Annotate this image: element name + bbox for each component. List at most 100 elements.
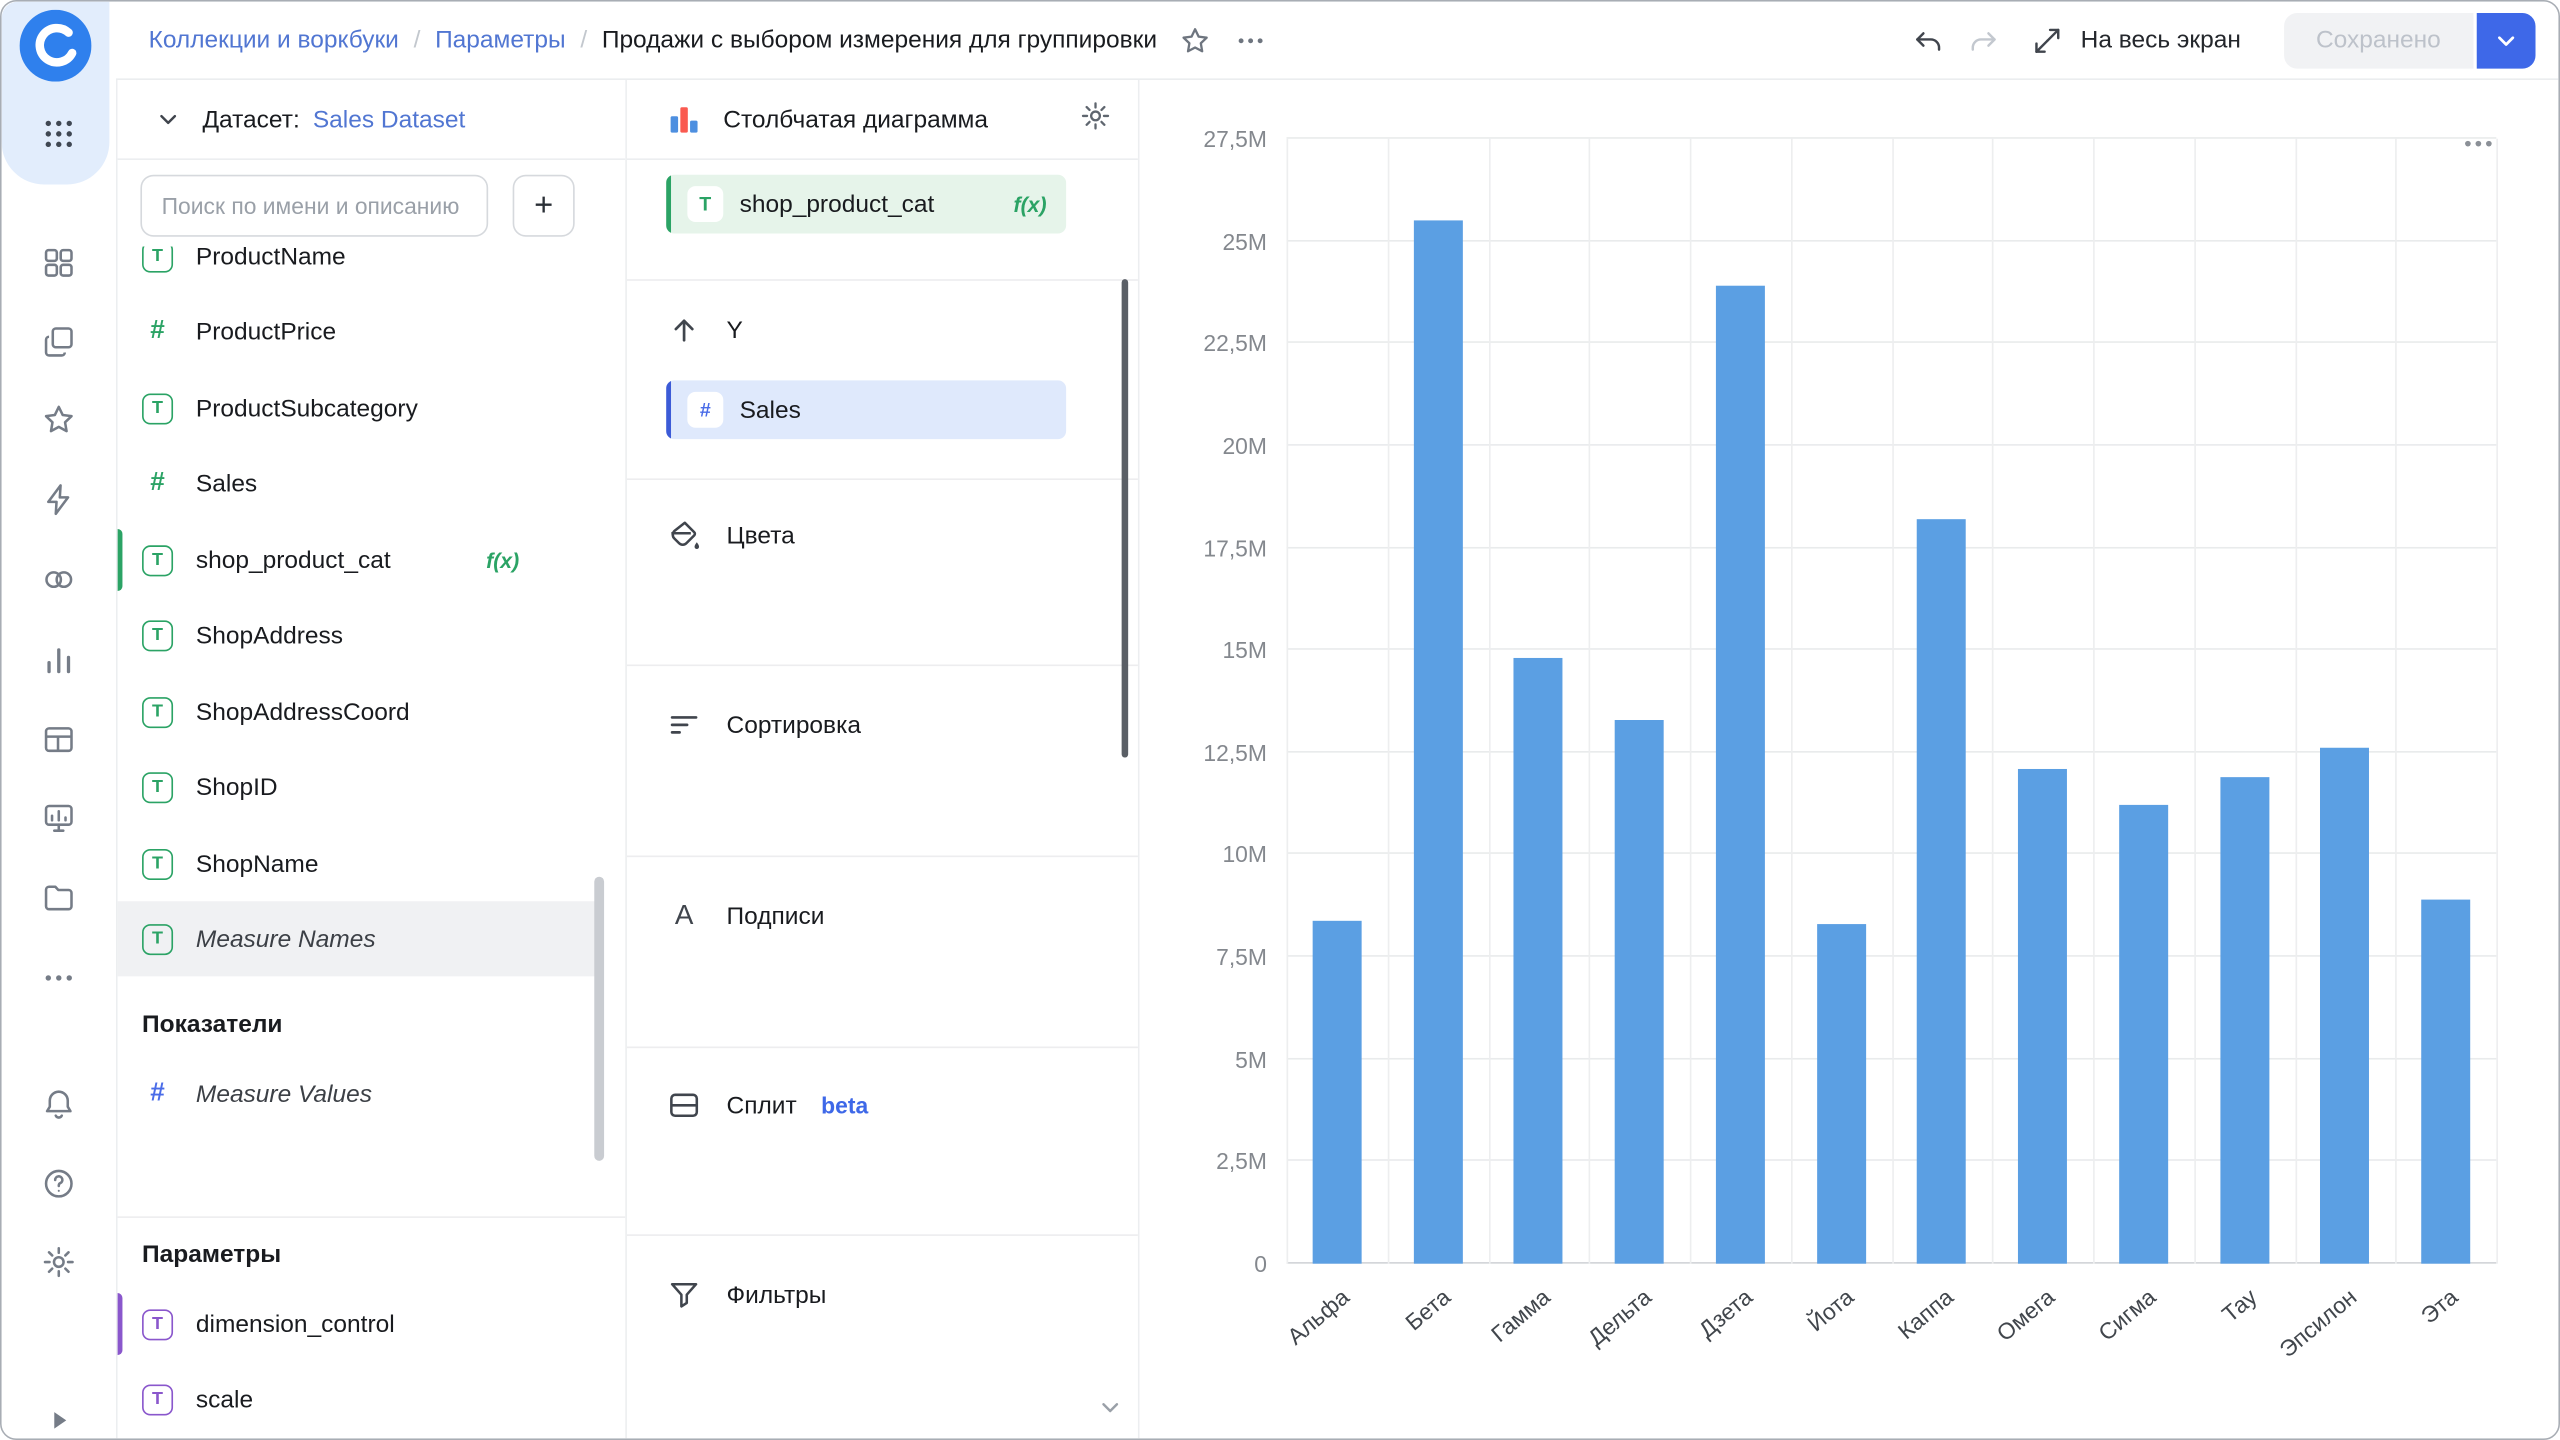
- field-row[interactable]: T ShopAddress: [118, 598, 601, 673]
- parameter-row[interactable]: T scale: [118, 1362, 601, 1437]
- help-icon[interactable]: [41, 1166, 77, 1202]
- split-label: Сплит: [727, 1091, 797, 1119]
- v-gridline: [1690, 139, 1692, 1264]
- add-field-button[interactable]: +: [513, 175, 575, 237]
- bar-Дельта[interactable]: [1615, 720, 1664, 1264]
- monitor-icon[interactable]: [41, 800, 77, 836]
- table-icon[interactable]: [41, 722, 77, 758]
- bar-Эпсилон[interactable]: [2321, 748, 2370, 1263]
- datasets-icon[interactable]: [41, 562, 77, 598]
- bar-Каппа[interactable]: [1917, 519, 1966, 1263]
- chart-config-panel: Столбчатая диаграмма T shop_product_cat …: [627, 80, 1140, 1438]
- y-section-label: Y: [727, 316, 743, 344]
- split-section[interactable]: Сплит beta: [666, 1076, 868, 1135]
- field-row[interactable]: # Sales: [118, 446, 601, 521]
- measure-row[interactable]: # Measure Values: [118, 1056, 601, 1131]
- datalens-logo[interactable]: [20, 10, 92, 82]
- settings-gear-icon[interactable]: [41, 1244, 77, 1280]
- undo-icon[interactable]: [1904, 16, 1953, 65]
- field-type-icon: T: [142, 393, 173, 424]
- field-type-icon: #: [687, 392, 723, 428]
- y-tick-label: 5M: [1235, 1046, 1267, 1072]
- chip-label: Sales: [740, 396, 801, 424]
- dataset-name-link[interactable]: Sales Dataset: [313, 105, 465, 133]
- field-name: dimension_control: [196, 1310, 395, 1338]
- field-type-icon: T: [142, 1309, 173, 1340]
- divider: [627, 856, 1138, 858]
- config-panel-scrollbar[interactable]: [1122, 279, 1129, 757]
- charts-icon[interactable]: [41, 642, 77, 678]
- field-row[interactable]: T ProductName: [118, 247, 601, 294]
- bar-Бета[interactable]: [1413, 221, 1462, 1264]
- bar-Эта[interactable]: [2421, 900, 2470, 1264]
- x-tick-label: Эпсилон: [2275, 1283, 2362, 1362]
- collections-icon[interactable]: [41, 323, 77, 359]
- bar-Омега[interactable]: [2018, 769, 2067, 1264]
- y-tick-label: 10M: [1222, 842, 1266, 868]
- widgets-icon[interactable]: [41, 245, 77, 281]
- field-type-icon: T: [142, 1384, 173, 1415]
- field-type-icon: #: [142, 1079, 173, 1108]
- bar-Альфа[interactable]: [1312, 920, 1361, 1264]
- more-icon[interactable]: [41, 960, 77, 996]
- colors-section[interactable]: Цвета: [666, 506, 795, 565]
- x-tick-label: Бета: [1400, 1283, 1455, 1335]
- x-field-chip[interactable]: T shop_product_cat f(x): [666, 175, 1066, 234]
- field-row[interactable]: T ShopID: [118, 749, 601, 824]
- expand-sidebar-icon[interactable]: [41, 1402, 67, 1428]
- labels-section[interactable]: A Подписи: [666, 887, 824, 946]
- sort-section[interactable]: Сортировка: [666, 696, 861, 755]
- dataset-panel-scrollbar[interactable]: [594, 877, 604, 1161]
- lightning-icon[interactable]: [41, 482, 77, 518]
- chevron-down-icon[interactable]: [153, 104, 182, 133]
- favorite-star-icon[interactable]: [1170, 16, 1219, 65]
- field-name: ProductName: [196, 247, 346, 271]
- field-row-selected[interactable]: T Measure Names: [118, 901, 601, 976]
- breadcrumb-collections[interactable]: Коллекции и воркбуки: [149, 26, 399, 54]
- bar-Йота[interactable]: [1817, 924, 1866, 1263]
- y-axis: 02,5M5M7,5M10M12,5M15M17,5M20M22,5M25M27…: [1140, 139, 1280, 1264]
- save-dropdown-button[interactable]: [2477, 12, 2536, 68]
- dataset-label: Датасет:: [202, 105, 299, 133]
- folder-icon[interactable]: [41, 880, 77, 916]
- field-row[interactable]: # ProductPrice: [118, 294, 601, 369]
- field-type-icon: T: [142, 544, 173, 575]
- v-gridline: [1791, 139, 1793, 1264]
- bar-Сигма[interactable]: [2119, 806, 2168, 1264]
- save-button[interactable]: Сохранено: [2283, 12, 2473, 68]
- bar-Дзета[interactable]: [1716, 286, 1765, 1264]
- field-type-icon: T: [142, 771, 173, 802]
- scroll-more-chevron-icon[interactable]: [1096, 1393, 1125, 1422]
- more-dots-icon[interactable]: [1226, 16, 1275, 65]
- breadcrumb-parameters[interactable]: Параметры: [435, 26, 566, 54]
- parameter-row[interactable]: T dimension_control: [118, 1287, 601, 1362]
- y-tick-label: 15M: [1222, 637, 1266, 663]
- chart-type-selector[interactable]: Столбчатая диаграмма: [627, 80, 1138, 160]
- apps-grid-icon[interactable]: [41, 116, 77, 152]
- chart-panel: 02,5M5M7,5M10M12,5M15M17,5M20M22,5M25M27…: [1140, 80, 2559, 1438]
- column-chart-icon: [666, 101, 702, 137]
- page-title: Продажи с выбором измерения для группиро…: [602, 26, 1157, 54]
- field-row[interactable]: T ShopAddressCoord: [118, 674, 601, 749]
- fullscreen-button[interactable]: На весь экран: [2032, 24, 2241, 57]
- field-row[interactable]: T ProductSubcategory: [118, 371, 601, 446]
- filters-section[interactable]: Фильтры: [666, 1265, 826, 1324]
- colors-label: Цвета: [727, 522, 795, 550]
- y-tick-label: 27,5M: [1203, 126, 1267, 152]
- v-gridline: [1992, 139, 1994, 1264]
- chart-settings-gear-icon[interactable]: [1079, 99, 1112, 140]
- field-name: ShopID: [196, 773, 278, 801]
- v-gridline: [2496, 139, 2498, 1264]
- filters-label: Фильтры: [727, 1281, 827, 1309]
- v-gridline: [1488, 139, 1490, 1264]
- field-search-input[interactable]: [140, 175, 488, 237]
- y-field-chip[interactable]: # Sales: [666, 380, 1066, 439]
- bell-icon[interactable]: [41, 1086, 77, 1122]
- redo-icon[interactable]: [1960, 16, 2009, 65]
- bar-Гамма[interactable]: [1514, 658, 1563, 1263]
- fullscreen-label: На весь экран: [2081, 26, 2241, 54]
- field-row-active[interactable]: T shop_product_cat f(x): [118, 522, 601, 597]
- favorites-star-icon[interactable]: [41, 402, 77, 438]
- bar-Тау[interactable]: [2220, 777, 2269, 1264]
- field-row[interactable]: T ShopName: [118, 826, 601, 901]
